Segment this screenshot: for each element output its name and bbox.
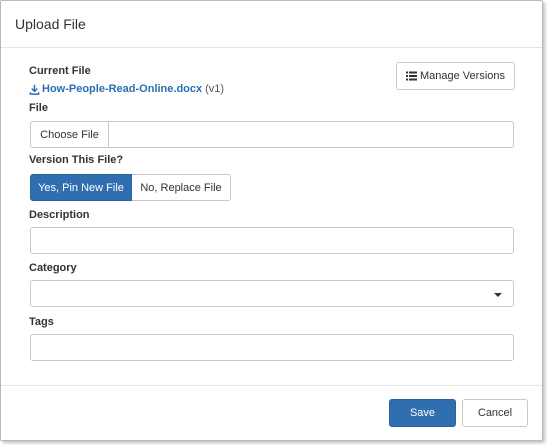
list-icon — [406, 71, 417, 81]
manage-versions-label: Manage Versions — [420, 70, 505, 82]
dialog-header: Upload File — [1, 1, 542, 48]
category-select[interactable] — [30, 280, 514, 307]
dialog-title: Upload File — [15, 16, 86, 32]
save-button[interactable]: Save — [389, 399, 456, 427]
current-file-name: How-People-Read-Online.docx — [42, 83, 203, 95]
tags-input[interactable] — [30, 334, 514, 361]
caret-down-icon — [494, 293, 502, 297]
tags-label: Tags — [29, 316, 54, 328]
download-icon — [29, 84, 40, 95]
current-file-label: Current File — [29, 65, 91, 77]
version-label: Version This File? — [29, 154, 124, 166]
category-label: Category — [29, 262, 77, 274]
version-no-button[interactable]: No, Replace File — [132, 174, 231, 201]
manage-versions-button[interactable]: Manage Versions — [396, 62, 515, 90]
choose-file-button[interactable]: Choose File — [31, 122, 109, 147]
upload-file-dialog: Upload File Current File How-People-Read… — [0, 0, 543, 441]
file-label: File — [29, 102, 48, 114]
cancel-button[interactable]: Cancel — [462, 399, 528, 427]
current-file-version: (v1) — [205, 83, 225, 95]
footer-divider — [1, 385, 542, 386]
file-input[interactable]: Choose File — [30, 121, 514, 148]
description-label: Description — [29, 209, 90, 221]
current-file-link[interactable]: How-People-Read-Online.docx (v1) — [29, 83, 224, 95]
description-input[interactable] — [30, 227, 514, 254]
version-yes-button[interactable]: Yes, Pin New File — [30, 174, 132, 201]
